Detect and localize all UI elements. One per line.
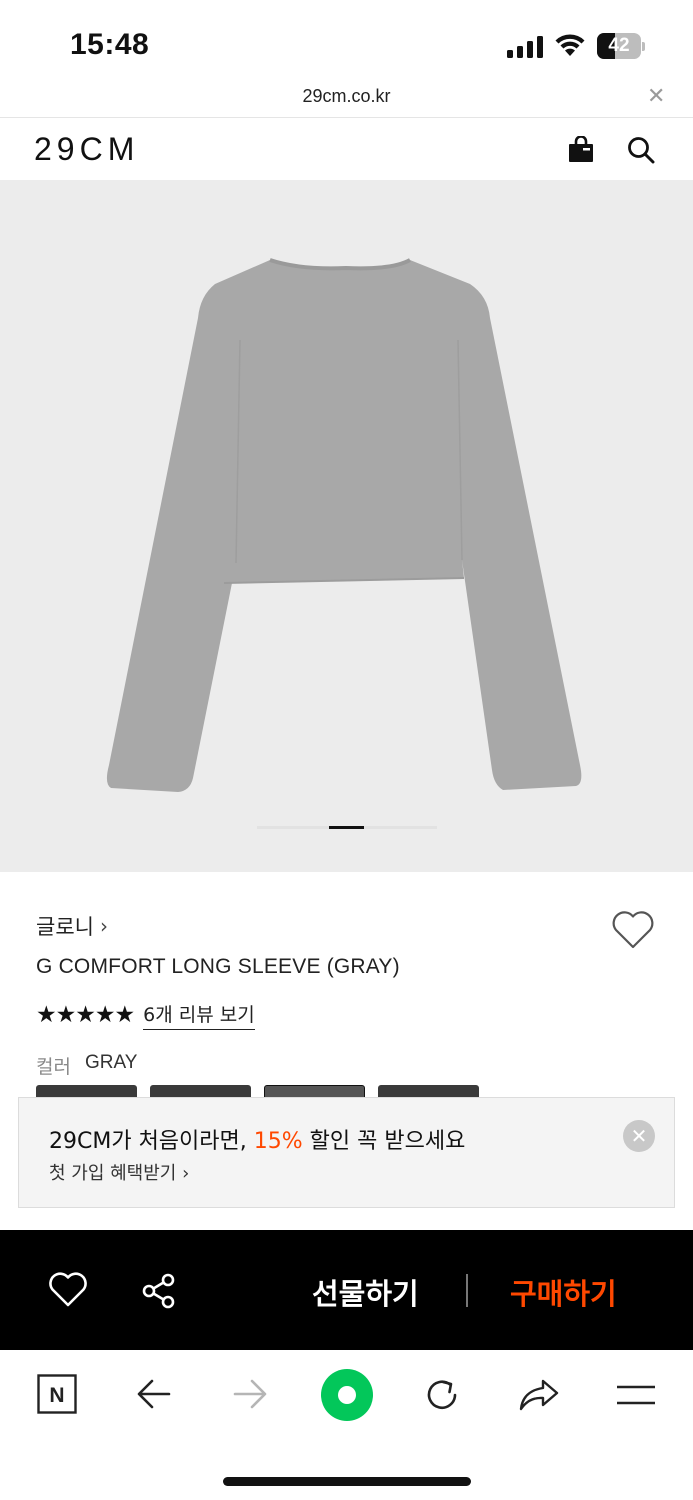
wifi-icon: [555, 34, 585, 56]
url-text[interactable]: 29cm.co.kr: [0, 86, 693, 107]
promo-discount: 15%: [253, 1129, 303, 1154]
share-arrow-icon[interactable]: [519, 1378, 559, 1412]
rating-row: ★★★★★ 6개 리뷰 보기: [36, 1000, 255, 1030]
promo-title-text: 29CM가 처음이라면,: [49, 1129, 254, 1154]
signal-icon: [507, 36, 543, 58]
carousel-indicator: [329, 826, 364, 829]
promo-close-button[interactable]: ✕: [623, 1120, 655, 1152]
search-icon[interactable]: [627, 136, 655, 164]
color-row: 컬러 GRAY: [36, 1052, 137, 1079]
star-rating: ★★★★★: [36, 1002, 135, 1028]
buy-button[interactable]: 구매하기: [510, 1271, 617, 1313]
promo-banner[interactable]: 29CM가 처음이라면, 15% 할인 꼭 받으세요 첫 가입 혜택받기 › ✕: [18, 1097, 675, 1208]
back-arrow-icon[interactable]: [136, 1378, 172, 1410]
brand-link[interactable]: 글로니 ›: [36, 911, 108, 941]
review-link[interactable]: 6개 리뷰 보기: [143, 1000, 255, 1030]
heart-icon[interactable]: [48, 1272, 88, 1308]
battery-icon: 42: [597, 33, 645, 59]
product-image[interactable]: [0, 180, 693, 872]
green-dot-icon[interactable]: [320, 1368, 374, 1422]
status-time: 15:48: [70, 28, 150, 61]
browser-toolbar: N: [0, 1350, 693, 1500]
naver-icon[interactable]: N: [37, 1374, 77, 1414]
forward-arrow-icon[interactable]: [232, 1378, 268, 1410]
site-header: 29CM: [0, 119, 693, 180]
svg-text:N: N: [49, 1384, 64, 1407]
share-icon[interactable]: [140, 1272, 178, 1310]
url-bar[interactable]: 29cm.co.kr ✕: [0, 78, 693, 118]
product-title: G COMFORT LONG SLEEVE (GRAY): [36, 955, 400, 978]
color-value: GRAY: [84, 1052, 138, 1073]
brand-name: 글로니: [36, 915, 94, 939]
promo-title: 29CM가 처음이라면, 15% 할인 꼭 받으세요: [49, 1123, 465, 1155]
menu-icon[interactable]: [616, 1384, 656, 1406]
promo-title-text-end: 할인 꼭 받으세요: [302, 1129, 466, 1154]
site-logo[interactable]: 29CM: [34, 131, 139, 168]
action-bar: 선물하기 구매하기: [0, 1230, 693, 1350]
gift-button[interactable]: 선물하기: [312, 1271, 419, 1313]
home-indicator: [223, 1477, 471, 1486]
battery-level: 42: [608, 35, 630, 56]
refresh-icon[interactable]: [423, 1376, 461, 1414]
divider: [466, 1274, 468, 1307]
status-bar: 15:48 42: [0, 0, 693, 78]
shopping-bag-icon[interactable]: [568, 136, 594, 163]
chevron-right-icon: ›: [99, 914, 108, 938]
promo-signup-link[interactable]: 첫 가입 혜택받기 ›: [49, 1159, 189, 1185]
heart-icon[interactable]: [611, 910, 655, 950]
sweater-image: [106, 258, 582, 792]
color-label: 컬러: [36, 1056, 71, 1078]
close-icon[interactable]: ✕: [647, 84, 665, 109]
